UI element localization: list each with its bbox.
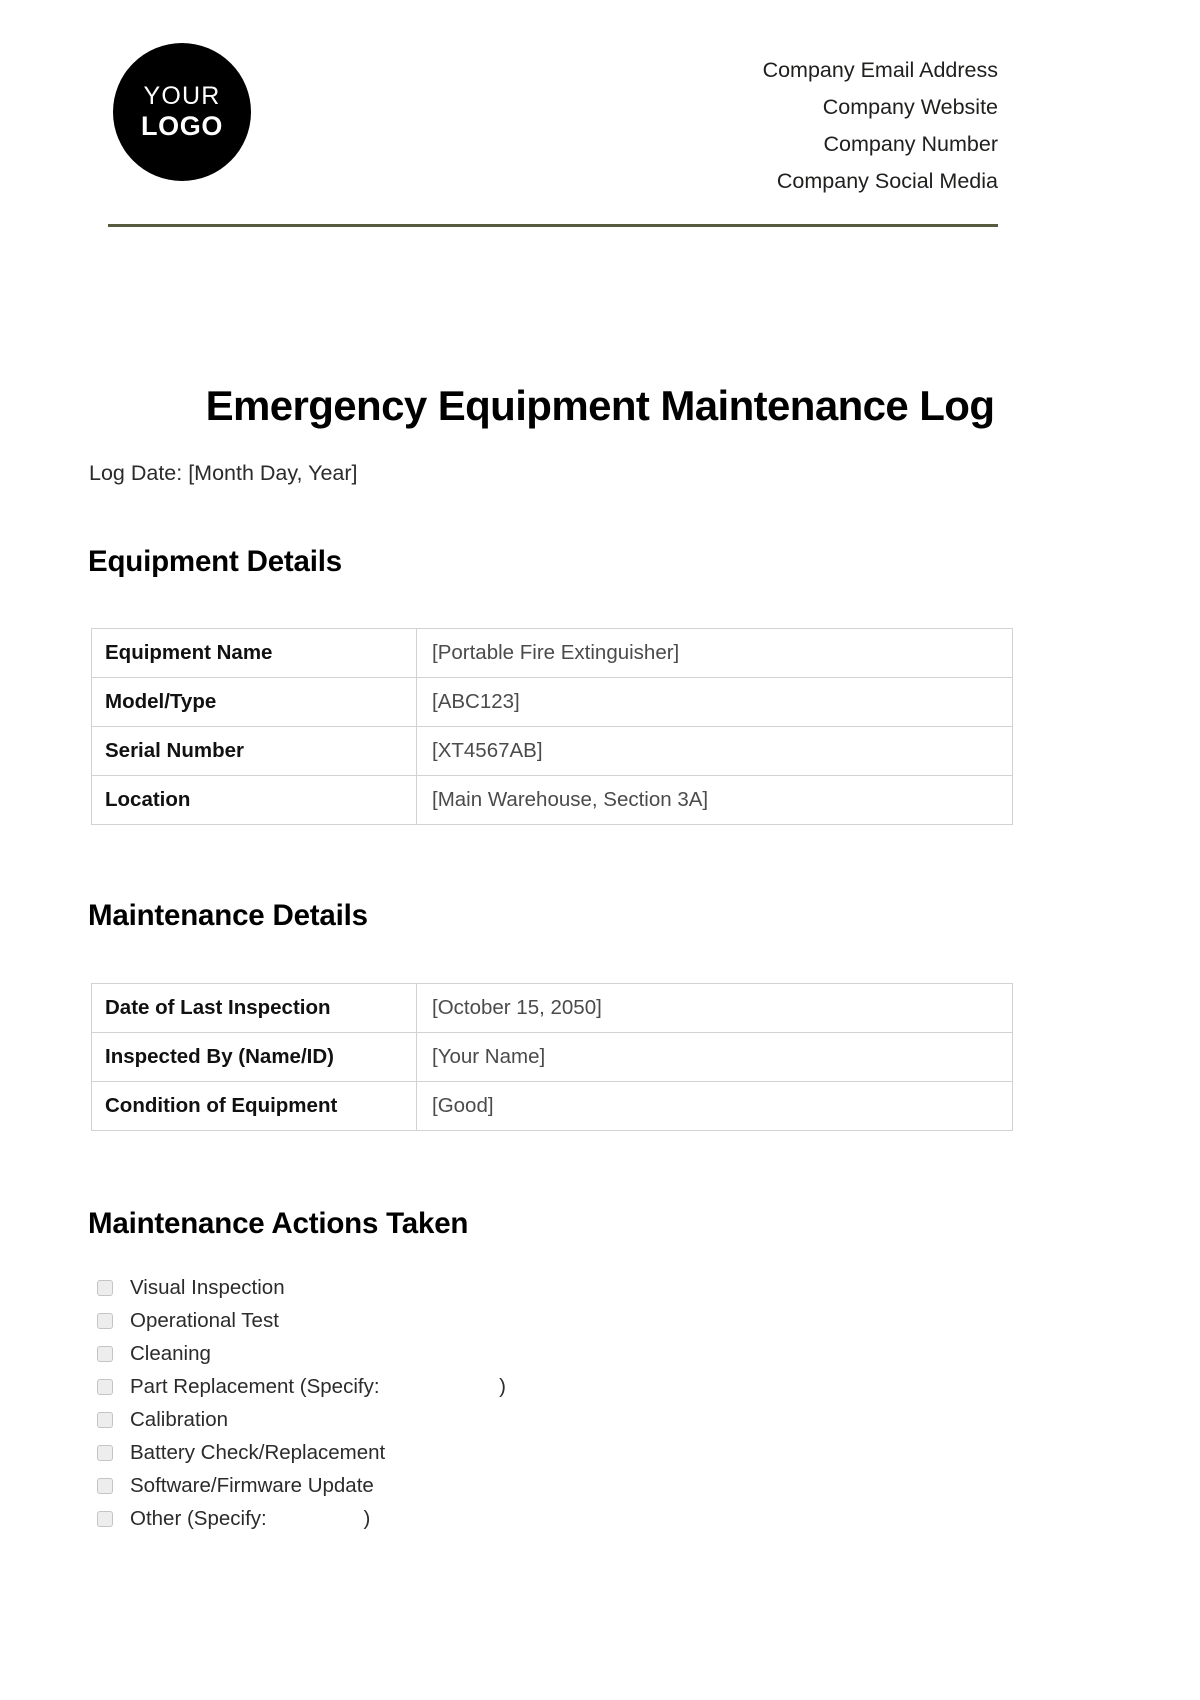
log-date-line: Log Date: [Month Day, Year] (89, 461, 358, 485)
checkbox-icon[interactable] (97, 1444, 113, 1461)
table-row: Serial Number [XT4567AB] (91, 726, 1013, 776)
list-item[interactable]: Part Replacement (Specify: ) (97, 1370, 877, 1403)
document-header: YOUR LOGO Company Email Address Company … (108, 30, 998, 210)
checkbox-icon[interactable] (97, 1312, 113, 1329)
row-value[interactable]: [ABC123] (416, 677, 1013, 727)
table-row: Inspected By (Name/ID) [Your Name] (91, 1032, 1013, 1082)
table-row: Condition of Equipment [Good] (91, 1081, 1013, 1131)
logo-text-primary: YOUR (143, 82, 221, 111)
contact-line-social: Company Social Media (776, 168, 998, 193)
checkbox-label: Calibration (130, 1407, 228, 1431)
row-value[interactable]: [Your Name] (416, 1032, 1013, 1082)
checkbox-label: Software/Firmware Update (130, 1473, 374, 1497)
checkbox-icon[interactable] (97, 1411, 113, 1428)
list-item[interactable]: Operational Test (97, 1304, 877, 1337)
equipment-details-table: Equipment Name [Portable Fire Extinguish… (91, 628, 1013, 825)
table-row: Model/Type [ABC123] (91, 677, 1013, 727)
checkbox-icon[interactable] (97, 1279, 113, 1296)
row-label: Serial Number (91, 726, 417, 776)
section-heading-maintenance-details: Maintenance Details (88, 899, 368, 932)
list-item[interactable]: Battery Check/Replacement (97, 1436, 877, 1469)
row-value[interactable]: [Portable Fire Extinguisher] (416, 628, 1013, 678)
company-contact-block: Company Email Address Company Website Co… (763, 30, 998, 200)
list-item[interactable]: Cleaning (97, 1337, 877, 1370)
checkbox-icon[interactable] (97, 1510, 113, 1527)
contact-line-email: Company Email Address (762, 58, 998, 82)
row-label: Condition of Equipment (91, 1081, 417, 1131)
company-logo: YOUR LOGO (113, 43, 251, 181)
row-value[interactable]: [Good] (416, 1081, 1013, 1131)
table-row: Equipment Name [Portable Fire Extinguish… (91, 628, 1013, 678)
row-label: Inspected By (Name/ID) (91, 1032, 417, 1082)
checkbox-icon[interactable] (97, 1378, 113, 1395)
document-page: YOUR LOGO Company Email Address Company … (0, 0, 1200, 1700)
row-label: Model/Type (91, 677, 417, 727)
checkbox-label: Battery Check/Replacement (130, 1440, 386, 1464)
maintenance-details-table: Date of Last Inspection [October 15, 205… (91, 983, 1013, 1131)
list-item[interactable]: Visual Inspection (97, 1271, 877, 1304)
checkbox-icon[interactable] (97, 1345, 113, 1362)
contact-line-website: Company Website (822, 94, 998, 119)
header-divider (108, 224, 998, 227)
row-label: Location (91, 775, 417, 825)
list-item[interactable]: Other (Specify: ) (97, 1502, 877, 1535)
page-title: Emergency Equipment Maintenance Log (205, 382, 995, 429)
section-heading-equipment-details: Equipment Details (88, 545, 342, 578)
checkbox-icon[interactable] (97, 1477, 113, 1494)
section-heading-maintenance-actions: Maintenance Actions Taken (88, 1207, 469, 1240)
row-value[interactable]: [XT4567AB] (416, 726, 1013, 776)
table-row: Location [Main Warehouse, Section 3A] (91, 775, 1013, 825)
row-label: Date of Last Inspection (91, 983, 417, 1033)
checkbox-label: Visual Inspection (130, 1275, 285, 1299)
list-item[interactable]: Calibration (97, 1403, 877, 1436)
logo-text-secondary: LOGO (141, 110, 223, 141)
contact-line-number: Company Number (823, 131, 998, 156)
checkbox-label: Cleaning (130, 1341, 211, 1365)
table-row: Date of Last Inspection [October 15, 205… (91, 983, 1013, 1033)
checkbox-label: Part Replacement (Specify: ) (130, 1374, 506, 1398)
row-label: Equipment Name (91, 628, 417, 678)
list-item[interactable]: Software/Firmware Update (97, 1469, 877, 1502)
maintenance-actions-checklist: Visual Inspection Operational Test Clean… (97, 1271, 877, 1535)
checkbox-label: Other (Specify: ) (130, 1506, 371, 1530)
row-value[interactable]: [Main Warehouse, Section 3A] (416, 775, 1013, 825)
checkbox-label: Operational Test (130, 1308, 279, 1332)
row-value[interactable]: [October 15, 2050] (416, 983, 1013, 1033)
